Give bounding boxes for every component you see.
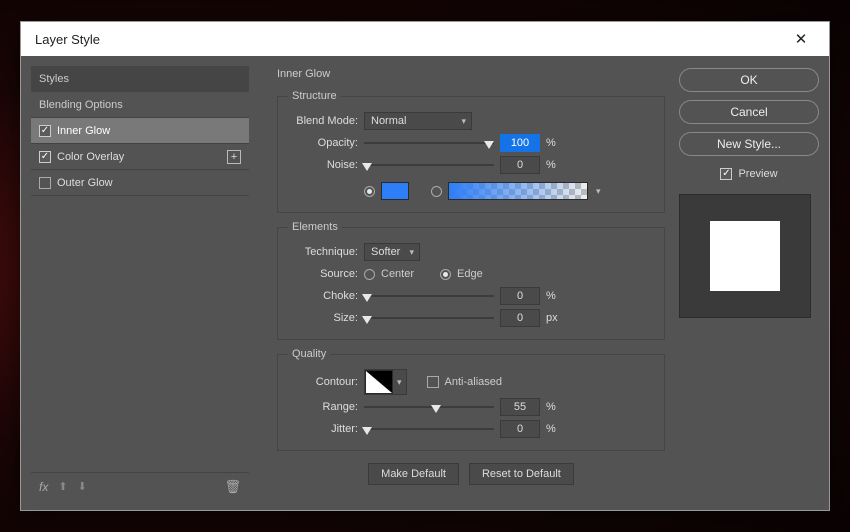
unit-label: % [546,423,566,435]
preview-swatch [710,221,780,291]
styles-header[interactable]: Styles [31,66,249,92]
style-item-label: Inner Glow [57,125,110,137]
style-item-label: Color Overlay [57,151,124,163]
checkbox-icon[interactable] [39,177,51,189]
new-style-button[interactable]: New Style... [679,132,819,156]
size-slider[interactable] [364,311,494,325]
opacity-label: Opacity: [288,137,358,149]
jitter-slider[interactable] [364,422,494,436]
anti-aliased-checkbox[interactable] [427,376,439,388]
arrow-down-icon[interactable]: ⬇ [78,480,87,493]
fx-icon[interactable]: fx [39,480,48,494]
style-item-color-overlay[interactable]: ✓ Color Overlay + [31,144,249,170]
blend-mode-select[interactable]: Normal [364,112,472,130]
checkbox-icon[interactable]: ✓ [39,125,51,137]
quality-group: Quality Contour: ▾ Anti-aliased Range: 5… [277,348,665,451]
chevron-down-icon: ▾ [393,377,406,388]
jitter-input[interactable]: 0 [500,420,540,438]
layer-style-dialog: Layer Style ✕ Styles Blending Options ✓ … [20,21,830,511]
settings-title: Inner Glow [277,68,665,80]
source-center-text: Center [381,268,414,280]
size-input[interactable]: 0 [500,309,540,327]
group-legend: Structure [288,90,341,102]
source-label: Source: [288,268,358,280]
style-item-inner-glow[interactable]: ✓ Inner Glow [31,118,249,144]
group-legend: Elements [288,221,342,233]
preview-row: ✓ Preview [679,168,819,180]
opacity-input[interactable]: 100 [500,134,540,152]
anti-aliased-label: Anti-aliased [445,376,502,388]
unit-label: % [546,159,566,171]
source-center-radio[interactable] [364,269,375,280]
default-buttons-row: Make Default Reset to Default [277,463,665,485]
range-slider[interactable] [364,400,494,414]
opacity-slider[interactable] [364,136,494,150]
window-title: Layer Style [35,32,100,47]
close-icon[interactable]: ✕ [781,30,821,48]
choke-label: Choke: [288,290,358,302]
size-label: Size: [288,312,358,324]
range-input[interactable]: 55 [500,398,540,416]
preview-box [679,194,811,318]
noise-label: Noise: [288,159,358,171]
preview-checkbox[interactable]: ✓ [720,168,732,180]
checkbox-icon[interactable]: ✓ [39,151,51,163]
unit-label: % [546,137,566,149]
choke-slider[interactable] [364,289,494,303]
noise-input[interactable]: 0 [500,156,540,174]
cancel-button[interactable]: Cancel [679,100,819,124]
dialog-body: Styles Blending Options ✓ Inner Glow ✓ C… [21,56,829,510]
style-item-label: Outer Glow [57,177,113,189]
arrow-up-icon[interactable]: ⬆ [58,480,67,493]
make-default-button[interactable]: Make Default [368,463,459,485]
source-edge-text: Edge [457,268,483,280]
blend-mode-label: Blend Mode: [288,115,358,127]
group-legend: Quality [288,348,330,360]
technique-select[interactable]: Softer [364,243,420,261]
contour-swatch [365,370,393,394]
choke-input[interactable]: 0 [500,287,540,305]
trash-icon[interactable]: 🗑 [224,479,241,495]
technique-label: Technique: [288,246,358,258]
styles-panel: Styles Blending Options ✓ Inner Glow ✓ C… [31,66,249,500]
titlebar: Layer Style ✕ [21,22,829,56]
unit-label: px [546,312,566,324]
contour-label: Contour: [288,376,358,388]
glow-color-swatch[interactable] [381,182,409,200]
blending-options-item[interactable]: Blending Options [31,92,249,118]
source-edge-radio[interactable] [440,269,451,280]
glow-gradient-picker[interactable] [448,182,588,200]
reset-default-button[interactable]: Reset to Default [469,463,574,485]
style-item-outer-glow[interactable]: Outer Glow [31,170,249,196]
settings-panel: Inner Glow Structure Blend Mode: Normal … [259,66,669,500]
jitter-label: Jitter: [288,423,358,435]
actions-panel: OK Cancel New Style... ✓ Preview [679,66,819,500]
contour-picker[interactable]: ▾ [364,369,407,395]
chevron-down-icon[interactable]: ▾ [596,186,601,197]
preview-label: Preview [738,168,777,180]
glow-gradient-radio[interactable] [431,186,442,197]
noise-slider[interactable] [364,158,494,172]
structure-group: Structure Blend Mode: Normal Opacity: 10… [277,90,665,213]
unit-label: % [546,290,566,302]
unit-label: % [546,401,566,413]
plus-icon[interactable]: + [227,150,241,164]
elements-group: Elements Technique: Softer Source: Cente… [277,221,665,340]
styles-footer: fx ⬆ ⬇ 🗑 [31,472,249,500]
range-label: Range: [288,401,358,413]
glow-color-radio[interactable] [364,186,375,197]
ok-button[interactable]: OK [679,68,819,92]
